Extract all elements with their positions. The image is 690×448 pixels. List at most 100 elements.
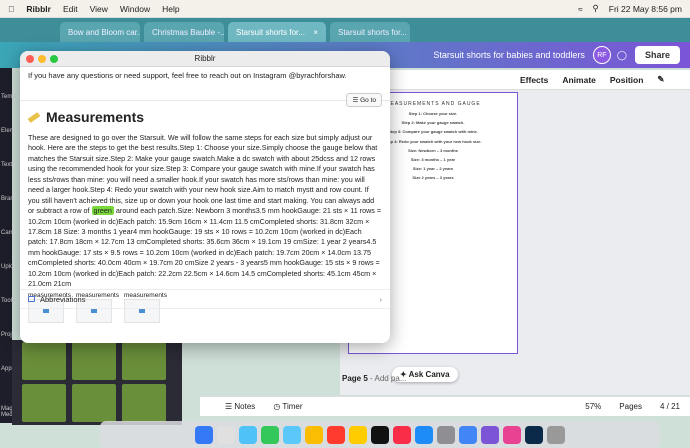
tab-label: Christmas Bauble -...: [152, 27, 224, 37]
window-titlebar[interactable]: Ribblr: [20, 51, 390, 67]
browser-tab[interactable]: Bow and Bloom car...×: [60, 22, 140, 42]
chevron-right-icon: ›: [379, 294, 383, 304]
notes-label: Notes: [234, 402, 256, 411]
position-button[interactable]: Position: [610, 75, 644, 85]
upload-thumbnail[interactable]: [72, 384, 116, 422]
tab-label: Bow and Bloom car...: [68, 27, 140, 37]
timer-label: Timer: [282, 402, 303, 411]
upload-thumbnail[interactable]: [72, 342, 116, 380]
editor-toolbar: Effects Animate Position ✎: [390, 70, 690, 90]
music-icon[interactable]: [393, 425, 411, 444]
menu-app-name[interactable]: Ribblr: [26, 4, 51, 14]
wifi-icon[interactable]: ≈: [578, 4, 583, 14]
upload-thumbnail[interactable]: [22, 342, 66, 380]
timer-button[interactable]: ◷ Timer: [273, 402, 302, 411]
measurements-text: These are designed to go over the Starsu…: [28, 133, 382, 290]
avatar[interactable]: RF: [592, 46, 611, 64]
app-store-icon[interactable]: [415, 425, 433, 444]
rail-uploads[interactable]: Uplo: [1, 264, 13, 270]
upload-thumbnail[interactable]: [122, 342, 166, 380]
notes-button[interactable]: ☰ Notes: [225, 402, 255, 411]
clock[interactable]: Fri 22 May 8:56 pm: [609, 4, 682, 14]
messages-icon[interactable]: [261, 425, 279, 444]
rail-templates[interactable]: Temp: [1, 94, 16, 100]
pages-button[interactable]: Pages: [619, 402, 642, 411]
effects-button[interactable]: Effects: [520, 75, 548, 85]
browser-tab[interactable]: Starsuit shorts for...×: [330, 22, 410, 42]
rail-camera[interactable]: Cam: [1, 230, 14, 236]
divider: [20, 100, 390, 101]
window-controls: [26, 55, 58, 63]
search-icon[interactable]: ⚲: [593, 3, 599, 14]
text-part: These are designed to go over the Starsu…: [28, 133, 378, 216]
canva-side-rail: Temp Elem Text Bran Cam Uplo Tools Proj …: [0, 68, 17, 423]
zoom-level[interactable]: 57%: [585, 402, 601, 411]
finder-icon[interactable]: [195, 425, 213, 444]
ask-canva-label: Ask Canva: [408, 370, 450, 379]
tv-icon[interactable]: [371, 425, 389, 444]
safari-icon[interactable]: [239, 425, 257, 444]
chrome-icon[interactable]: [459, 425, 477, 444]
rail-elements[interactable]: Elem: [1, 128, 15, 134]
dock: [100, 421, 660, 448]
menu-help[interactable]: Help: [162, 4, 179, 14]
browser-tab-bar: Bow and Bloom car...× Christmas Bauble -…: [0, 18, 690, 42]
apple-icon[interactable]: : [8, 4, 14, 14]
goto-button[interactable]: ☰ Go to: [346, 93, 382, 107]
calendar-icon[interactable]: [327, 425, 345, 444]
zoom-window-button[interactable]: [50, 55, 58, 63]
mail-icon[interactable]: [283, 425, 301, 444]
page-count[interactable]: 4 / 21: [660, 402, 680, 411]
section-title: Measurements: [46, 109, 145, 125]
share-button[interactable]: Share: [634, 46, 680, 64]
rail-brand[interactable]: Bran: [1, 196, 14, 202]
close-icon[interactable]: ×: [313, 28, 318, 37]
contact-text: If you have any questions or need suppor…: [28, 71, 347, 80]
menu-view[interactable]: View: [90, 4, 108, 14]
upload-thumbnail[interactable]: [22, 384, 66, 422]
tab-label: Starsuit shorts for...: [338, 27, 407, 37]
page-label[interactable]: Page 5 - Add pa...: [342, 374, 407, 383]
photos-icon[interactable]: [305, 425, 323, 444]
comment-icon[interactable]: ◯: [617, 50, 627, 61]
abbreviations-section[interactable]: Abbreviations ›: [20, 289, 390, 309]
rail-projects[interactable]: Proj: [1, 332, 12, 338]
trash-icon[interactable]: [547, 425, 565, 444]
canva-footer: ☰ Notes ◷ Timer 57% Pages 4 / 21: [200, 396, 690, 416]
close-window-button[interactable]: [26, 55, 34, 63]
notes-app-icon[interactable]: [349, 425, 367, 444]
launchpad-icon[interactable]: [217, 425, 235, 444]
menu-edit[interactable]: Edit: [63, 4, 78, 14]
pattern-content: If you have any questions or need suppor…: [20, 67, 390, 343]
minimize-window-button[interactable]: [38, 55, 46, 63]
notes-icon: ☰: [225, 402, 235, 411]
list-icon: ☰: [352, 97, 361, 104]
page-number: Page 5: [342, 374, 368, 383]
tab-label: Starsuit shorts for...: [236, 27, 305, 37]
goto-label: Go to: [360, 97, 376, 104]
upload-thumbnail[interactable]: [122, 384, 166, 422]
rail-text[interactable]: Text: [1, 162, 12, 168]
lightroom-icon[interactable]: [525, 425, 543, 444]
ruler-icon: [27, 111, 41, 123]
section-heading: Measurements: [27, 109, 382, 125]
menu-window[interactable]: Window: [120, 4, 150, 14]
uploads-panel: [12, 340, 182, 425]
ribblr-icon[interactable]: [503, 425, 521, 444]
document-title[interactable]: Starsuit shorts for babies and toddlers: [433, 50, 585, 60]
browser-tab[interactable]: Christmas Bauble -...×: [144, 22, 224, 42]
highlighted-word[interactable]: green: [91, 206, 114, 216]
canva-icon[interactable]: [481, 425, 499, 444]
add-page-title[interactable]: - Add pa...: [370, 374, 406, 383]
browser-tab-active[interactable]: Starsuit shorts for... ×: [228, 22, 326, 42]
animate-button[interactable]: Animate: [562, 75, 596, 85]
rail-tools[interactable]: Tools: [1, 298, 15, 304]
menu-bar:  Ribblr Edit View Window Help ≈ ⚲ Fri 2…: [0, 0, 690, 18]
paint-format-icon[interactable]: ✎: [657, 74, 664, 85]
window-title: Ribblr: [194, 54, 216, 63]
abbreviations-label: Abbreviations: [40, 294, 86, 304]
book-icon: [28, 296, 35, 302]
ribblr-window: Ribblr If you have any questions or need…: [20, 51, 390, 343]
text-part: around each patch.Size: Newborn 3 months…: [28, 206, 382, 289]
settings-icon[interactable]: [437, 425, 455, 444]
